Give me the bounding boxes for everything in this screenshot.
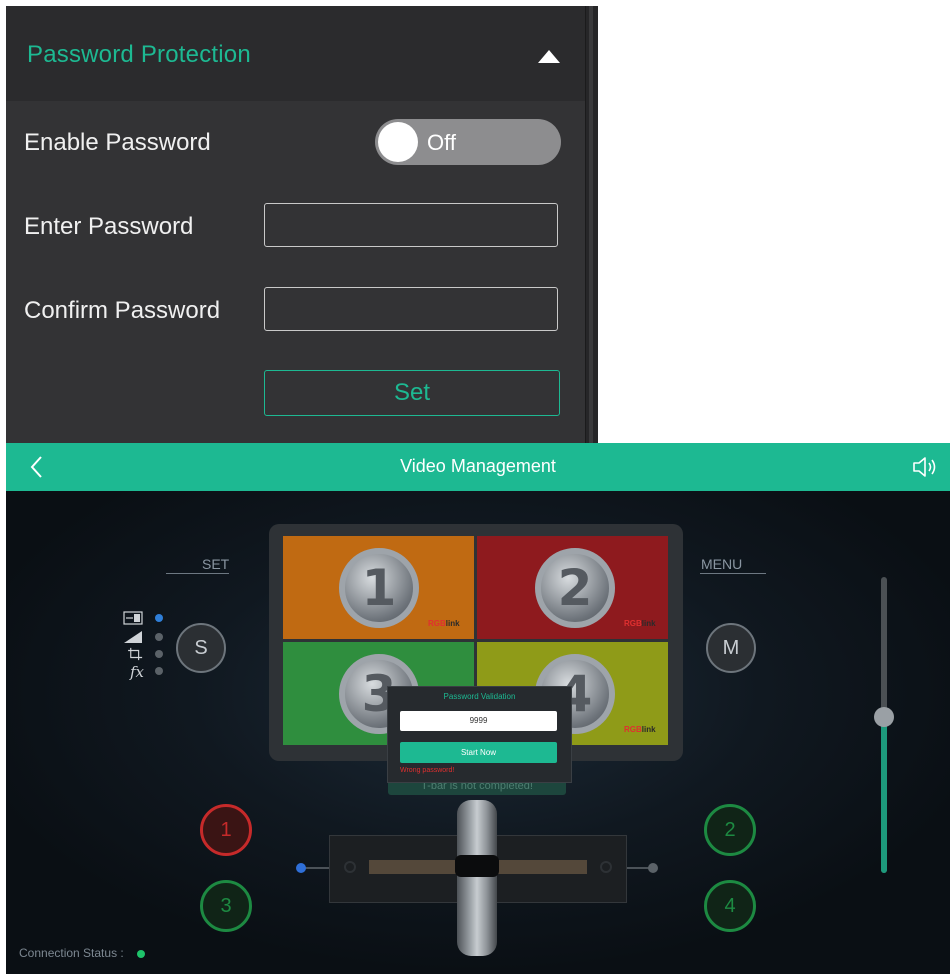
fade-mode-dot	[155, 633, 163, 641]
tbar-right-endpoint	[648, 863, 658, 873]
fx-mode-dot	[155, 667, 163, 675]
enter-password-input[interactable]	[264, 203, 558, 247]
panel-scrollbar-thumb[interactable]	[589, 6, 593, 443]
preview-quadrant-2[interactable]: 2 RGBlink	[477, 536, 668, 639]
volume-slider-knob[interactable]	[874, 707, 894, 727]
input-3-button[interactable]: 3	[200, 880, 252, 932]
fade-icon[interactable]	[123, 630, 143, 644]
tbar-handle[interactable]	[457, 800, 497, 956]
menu-label: MENU	[701, 556, 743, 572]
validation-password-input[interactable]: 9999	[400, 711, 557, 731]
menu-underline	[700, 573, 766, 574]
video-management-screen: Video Management SET fx S MENU M 1 RGBli…	[6, 443, 950, 974]
collapse-arrow-icon[interactable]	[538, 50, 560, 63]
top-bar: Video Management	[6, 443, 950, 491]
tbar-grip[interactable]	[455, 855, 499, 877]
connection-status-indicator	[137, 950, 145, 958]
dialog-title: Password Validation	[443, 692, 516, 701]
password-validation-dialog: Password Validation 9999 Start Now Wrong…	[387, 686, 572, 783]
set-underline	[166, 573, 229, 574]
input-4-button[interactable]: 4	[704, 880, 756, 932]
input-2-button[interactable]: 2	[704, 804, 756, 856]
rgblink-logo: RGBlink	[624, 725, 656, 734]
enter-password-label: Enter Password	[24, 213, 194, 240]
panel-header[interactable]: Password Protection	[6, 6, 585, 101]
toggle-state-text: Off	[427, 130, 456, 155]
pip-icon[interactable]	[123, 611, 143, 625]
tbar-left-endpoint	[296, 863, 306, 873]
password-protection-panel: Password Protection Enable Password Off …	[6, 6, 585, 443]
tbar-screw-right	[600, 861, 612, 873]
quadrant-number: 2	[535, 548, 615, 628]
toggle-knob	[378, 122, 418, 162]
panel-title: Password Protection	[27, 41, 251, 68]
rgblink-logo: RGBlink	[428, 619, 460, 628]
start-now-button[interactable]: Start Now	[400, 742, 557, 763]
speaker-icon[interactable]	[911, 455, 939, 479]
confirm-password-label: Confirm Password	[24, 297, 221, 324]
set-label: SET	[202, 556, 230, 572]
quadrant-number: 1	[339, 548, 419, 628]
crop-icon[interactable]	[126, 647, 146, 661]
fx-icon[interactable]: fx	[130, 663, 144, 681]
crop-mode-dot	[155, 650, 163, 658]
confirm-password-input[interactable]	[264, 287, 558, 331]
connection-status-label: Connection Status :	[19, 946, 124, 960]
tbar-left-line	[302, 867, 330, 869]
pip-mode-dot	[155, 614, 163, 622]
m-button[interactable]: M	[706, 623, 756, 673]
input-1-button[interactable]: 1	[200, 804, 252, 856]
volume-slider-fill	[881, 717, 887, 873]
set-password-button[interactable]: Set	[264, 370, 560, 416]
rgblink-logo: RGBlink	[624, 619, 656, 628]
error-message: Wrong password!	[400, 767, 455, 774]
s-button[interactable]: S	[176, 623, 226, 673]
app-title: Video Management	[400, 456, 556, 476]
tbar-screw-left	[344, 861, 356, 873]
enable-password-label: Enable Password	[24, 129, 211, 156]
preview-quadrant-1[interactable]: 1 RGBlink	[283, 536, 474, 639]
enable-password-toggle[interactable]: Off	[375, 119, 561, 165]
